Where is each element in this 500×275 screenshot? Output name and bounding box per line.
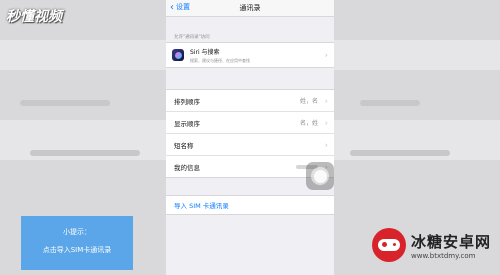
background-blur-line	[360, 100, 420, 106]
tip-title: 小提示：	[63, 228, 91, 236]
tip-body: 点击导入SIM卡通讯录	[42, 246, 112, 254]
page-title: 通讯录	[239, 4, 261, 12]
nav-bar: ‹ 设置 通讯录	[166, 0, 334, 17]
background-blur-line	[20, 100, 110, 106]
gamepad-icon	[372, 228, 406, 262]
chevron-right-icon: ›	[324, 96, 328, 105]
phone-screen: ‹ 设置 通讯录 允许"通讯录"访问 Siri 与搜索 搜索、建议与捷径、在应用…	[166, 0, 334, 275]
logo-name: 冰糖安卓网	[411, 232, 492, 251]
tip-box: 小提示： 点击导入SIM卡通讯录	[21, 216, 133, 270]
logo-url: www.btxtdmy.com	[411, 251, 476, 260]
video-watermark: 秒懂视频	[6, 9, 62, 25]
sort-order-value: 姓，名	[299, 98, 318, 105]
siri-row-subtitle: 搜索、建议与捷径、在应用中查找	[190, 57, 250, 63]
display-order-value: 名，姓	[299, 120, 318, 127]
site-logo: 冰糖安卓网 www.btxtdmy.com	[372, 228, 491, 262]
logo-text: 冰糖安卓网 www.btxtdmy.com	[411, 231, 491, 260]
short-name-row[interactable]: 短名称 ›	[166, 134, 334, 156]
assistive-touch-button[interactable]	[306, 162, 334, 190]
siri-section-header: 允许"通讯录"访问	[174, 35, 210, 40]
display-order-row[interactable]: 显示顺序 名，姓 ›	[166, 112, 334, 134]
import-sim-contacts-button[interactable]: 导入 SIM 卡通讯录	[166, 195, 334, 215]
background-blur-line	[350, 150, 450, 156]
siri-icon	[172, 49, 184, 61]
chevron-right-icon: ›	[324, 118, 328, 127]
my-info-label: 我的信息	[174, 163, 200, 172]
siri-group: Siri 与搜索 搜索、建议与捷径、在应用中查找 ›	[166, 42, 334, 68]
chevron-right-icon: ›	[324, 50, 328, 60]
sort-order-label: 排列顺序	[174, 97, 200, 106]
siri-row-text: Siri 与搜索 搜索、建议与捷径、在应用中查找	[190, 47, 250, 64]
sort-order-row[interactable]: 排列顺序 姓，名 ›	[166, 90, 334, 112]
chevron-right-icon: ›	[324, 140, 328, 149]
siri-search-row[interactable]: Siri 与搜索 搜索、建议与捷径、在应用中查找 ›	[166, 43, 334, 67]
siri-row-title: Siri 与搜索	[190, 48, 220, 56]
short-name-label: 短名称	[174, 141, 194, 150]
display-order-label: 显示顺序	[174, 119, 200, 128]
background-blur-line	[30, 150, 140, 156]
